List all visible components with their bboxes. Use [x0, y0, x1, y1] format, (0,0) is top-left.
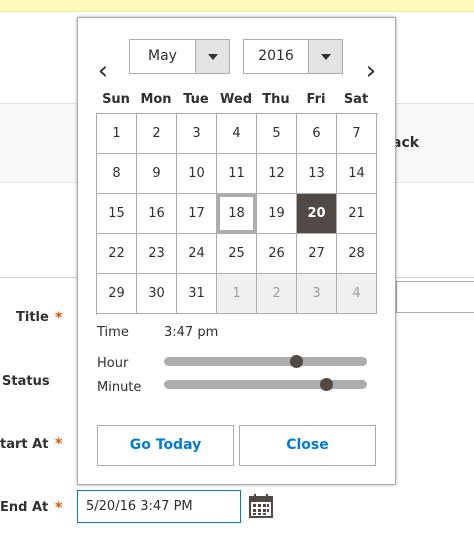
day-cell[interactable]: 11	[217, 154, 257, 194]
day-cell[interactable]: 28	[337, 234, 377, 274]
day-cell[interactable]: 4	[217, 114, 257, 154]
day-cell[interactable]: 31	[177, 274, 217, 314]
day-cell[interactable]: 16	[137, 194, 177, 234]
notice-bar	[0, 0, 474, 12]
prev-month-icon[interactable]: ‹	[93, 56, 113, 90]
start-at-required-mark: *	[55, 436, 63, 452]
day-cell[interactable]: 3	[177, 114, 217, 154]
end-at-input[interactable]	[77, 490, 241, 523]
day-cell[interactable]: 17	[177, 194, 217, 234]
day-cell[interactable]: 15	[97, 194, 137, 234]
day-cell[interactable]: 2	[257, 274, 297, 314]
chevron-down-icon	[195, 40, 229, 73]
title-input-edge[interactable]	[396, 281, 474, 313]
day-cell[interactable]: 13	[297, 154, 337, 194]
calendar-icon[interactable]	[249, 494, 273, 518]
time-value: 3:47 pm	[164, 325, 219, 340]
hour-label: Hour	[97, 356, 129, 371]
start-at-label: tart At	[0, 437, 49, 452]
month-select-value: May	[148, 48, 177, 64]
weekday-header: Sat	[343, 92, 369, 107]
day-cell[interactable]: 5	[257, 114, 297, 154]
day-cell-selected[interactable]: 20	[297, 194, 337, 234]
calendar-grid: 1 2 3 4 5 6 7 8 9 10 11 12 13 14 15 16 17 18 19 20 21 22 23 24 2…	[96, 113, 378, 315]
day-cell[interactable]: 22	[97, 234, 137, 274]
close-button[interactable]: Close	[239, 425, 376, 466]
hour-slider-handle[interactable]	[290, 355, 304, 368]
weekday-header: Mon	[140, 92, 172, 107]
minute-slider-handle[interactable]	[319, 378, 333, 391]
minute-label: Minute	[97, 380, 142, 395]
day-cell[interactable]: 12	[257, 154, 297, 194]
day-cell[interactable]: 2	[137, 114, 177, 154]
datepicker-popup: ‹ May 2016 › Sun Mon Tue Wed Thu Fri Sat…	[77, 17, 396, 485]
day-cell[interactable]: 3	[297, 274, 337, 314]
day-cell[interactable]: 4	[337, 274, 377, 314]
day-cell[interactable]: 9	[137, 154, 177, 194]
weekday-header: Sun	[102, 92, 130, 107]
day-cell[interactable]: 1	[97, 114, 137, 154]
day-cell[interactable]: 30	[137, 274, 177, 314]
day-cell-today[interactable]: 18	[217, 194, 257, 234]
end-at-required-mark: *	[55, 500, 63, 516]
day-cell[interactable]: 25	[217, 234, 257, 274]
day-cell[interactable]: 29	[97, 274, 137, 314]
month-select[interactable]: May	[129, 39, 230, 74]
day-cell[interactable]: 24	[177, 234, 217, 274]
chevron-down-icon	[308, 40, 342, 73]
weekday-header: Thu	[262, 92, 290, 107]
day-cell[interactable]: 21	[337, 194, 377, 234]
day-cell[interactable]: 23	[137, 234, 177, 274]
minute-slider[interactable]	[164, 378, 367, 391]
day-cell[interactable]: 27	[297, 234, 337, 274]
year-select[interactable]: 2016	[243, 39, 343, 74]
weekday-header: Fri	[306, 92, 326, 107]
weekday-header: Tue	[183, 92, 209, 107]
weekday-header: Wed	[220, 92, 252, 107]
end-at-label: End At	[0, 500, 49, 515]
day-cell[interactable]: 19	[257, 194, 297, 234]
title-label: Title	[16, 310, 49, 325]
go-today-button[interactable]: Go Today	[97, 425, 234, 466]
band-heading-fragment: ack	[392, 135, 420, 151]
day-cell[interactable]: 7	[337, 114, 377, 154]
day-cell[interactable]: 8	[97, 154, 137, 194]
day-cell[interactable]: 10	[177, 154, 217, 194]
hour-slider[interactable]	[164, 355, 367, 368]
day-cell[interactable]: 6	[297, 114, 337, 154]
status-label: Status	[2, 374, 50, 389]
day-cell[interactable]: 1	[217, 274, 257, 314]
next-month-icon[interactable]: ›	[361, 56, 381, 90]
day-cell[interactable]: 14	[337, 154, 377, 194]
year-select-value: 2016	[258, 48, 294, 64]
time-label: Time	[97, 325, 129, 340]
day-cell[interactable]: 26	[257, 234, 297, 274]
title-required-mark: *	[55, 310, 63, 326]
